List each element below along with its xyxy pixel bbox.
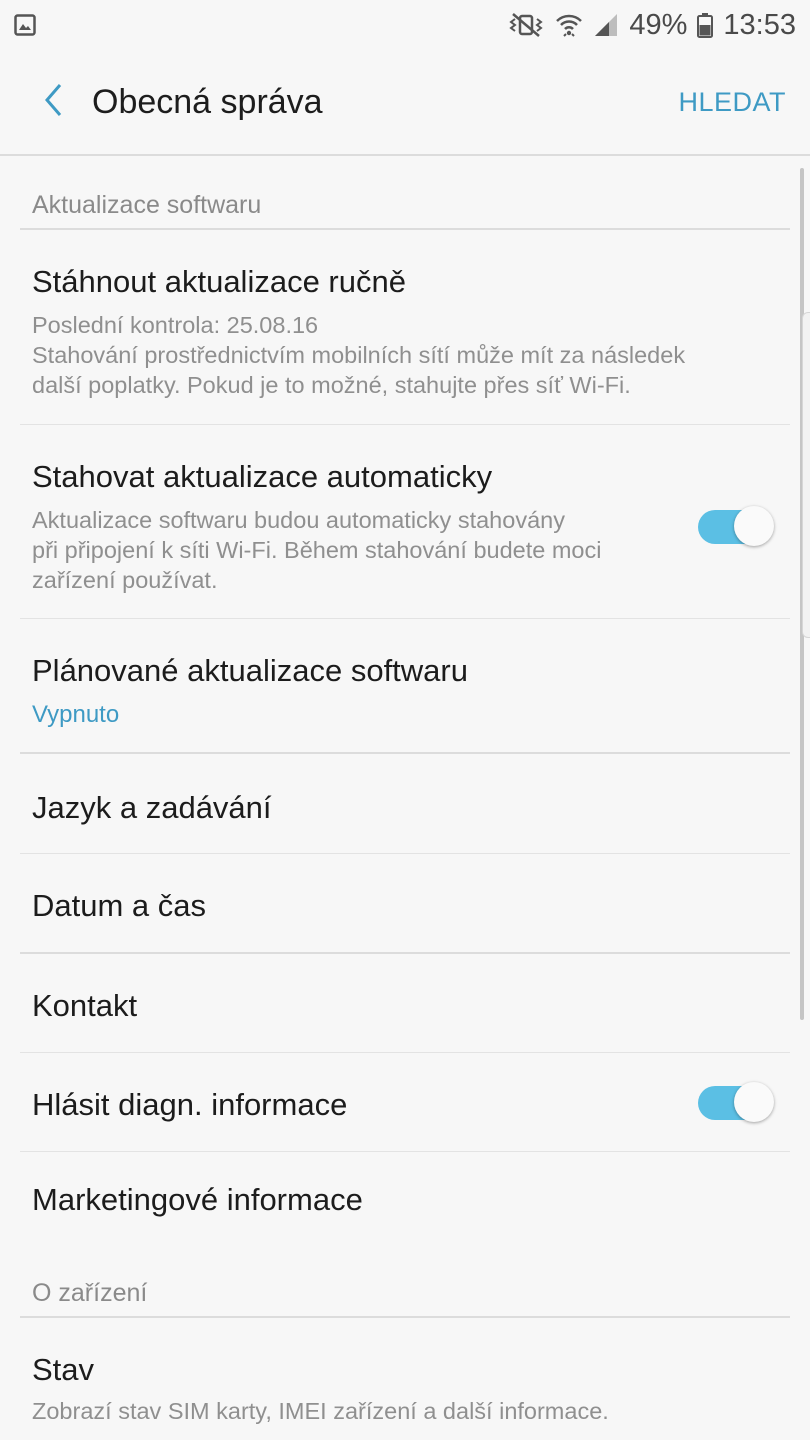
item-subtitle: Zobrazí stav SIM karty, IMEI zařízení a … [32,1398,609,1424]
item-title: Stav [32,1352,95,1387]
list-item-marketing[interactable]: Marketingové informace [20,1152,790,1252]
section-header-about-device: O zařízení [20,1252,790,1318]
item-title: Stáhnout aktualizace ručně [32,264,406,299]
battery-percent: 49% [629,8,688,41]
list-item-contact[interactable]: Kontakt [20,954,790,1053]
section-header-label: O zařízení [32,1279,148,1307]
item-subtitle: Stahování prostřednictvím mobilních sítí… [32,342,686,368]
item-title: Datum a čas [32,888,207,923]
search-button[interactable]: HLEDAT [678,87,786,118]
list-item-datetime[interactable]: Datum a čas [20,854,790,954]
toggle-thumb [734,1082,774,1122]
chevron-left-icon [41,81,65,124]
gallery-icon [14,14,36,36]
item-title: Stahovat aktualizace automaticky [32,459,493,494]
item-title: Plánované aktualizace softwaru [32,653,468,688]
diagnostics-toggle[interactable] [698,1082,774,1122]
auto-update-toggle[interactable] [698,506,774,546]
section-header-software-update: Aktualizace softwaru [20,158,790,230]
list-item-status[interactable]: Stav Zobrazí stav SIM karty, IMEI zaříze… [20,1318,790,1438]
item-title: Kontakt [32,988,138,1023]
list-item-language[interactable]: Jazyk a zadávání [20,754,790,854]
signal-icon [593,12,619,38]
list-item-scheduled-update[interactable]: Plánované aktualizace softwaru Vypnuto [20,619,790,754]
toggle-thumb [734,506,774,546]
battery-icon [697,12,714,38]
edge-panel-handle[interactable] [802,312,810,638]
item-value: Vypnuto [32,701,120,728]
settings-list[interactable]: Aktualizace softwaru Stáhnout aktualizac… [0,158,810,1438]
back-button[interactable] [18,67,88,137]
wifi-icon [555,12,583,38]
mute-vibrate-icon [507,12,545,38]
item-subtitle: zařízení používat. [32,567,218,593]
app-bar: Obecná správa HLEDAT [0,50,810,156]
clock: 13:53 [723,8,796,41]
section-header-label: Aktualizace softwaru [32,191,262,219]
item-title: Hlásit diagn. informace [32,1087,348,1122]
item-subtitle: při připojení k síti Wi-Fi. Během stahov… [32,537,602,563]
item-title: Marketingové informace [32,1182,363,1217]
list-item-auto-update[interactable]: Stahovat aktualizace automaticky Aktuali… [20,425,790,619]
status-bar: 49% 13:53 [0,0,810,50]
item-subtitle: Poslední kontrola: 25.08.16 [32,312,319,338]
list-item-manual-update[interactable]: Stáhnout aktualizace ručně Poslední kont… [20,230,790,425]
item-subtitle: další poplatky. Pokud je to možné, stahu… [32,372,631,398]
item-title: Jazyk a zadávání [32,790,272,825]
item-subtitle: Aktualizace softwaru budou automaticky s… [32,507,565,533]
list-item-diagnostics[interactable]: Hlásit diagn. informace [20,1053,790,1152]
page-title: Obecná správa [92,82,323,121]
